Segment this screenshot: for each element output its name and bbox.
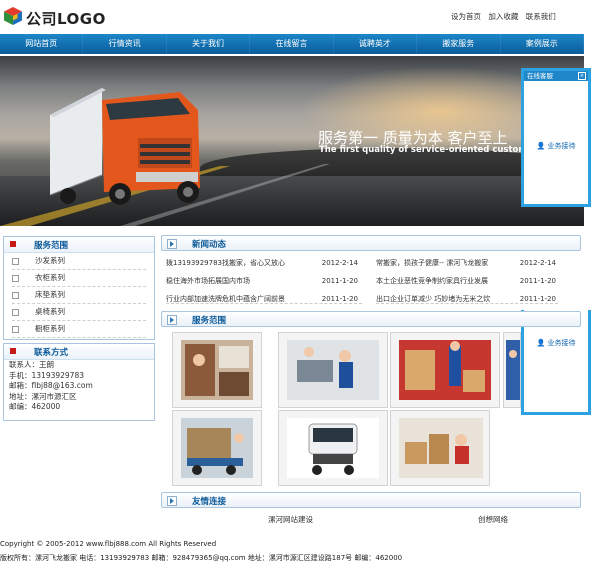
news-list-right: 常搬家，损孩子健康-- 漯河飞龙搬家 2012-2-14 本土企业恶性竞争制约家具… [376,255,558,304]
news-title[interactable]: 常搬家，损孩子健康-- 漯河飞龙搬家 [376,255,488,271]
scope-box-header: 服务范围 [4,237,154,253]
contact-box-header: 联系方式 [4,344,154,360]
scope-item-label: 床垫系列 [35,290,65,299]
news-title[interactable]: 行业内部加速洗牌危机中蕴含广阔前景 [166,291,285,307]
nav-item-cases[interactable]: 案例展示 [501,34,584,54]
service-photo-loaded-truck[interactable] [172,410,262,486]
arrow-icon [167,496,177,506]
service-photo-white-truck[interactable] [278,410,388,486]
friend-link-1[interactable]: 漯河网站建设 [268,514,313,525]
news-list-left: 拨13193929783找搬家，省心又放心 2012-2-14 稳住海外市场拓展国… [166,255,362,304]
news-item[interactable]: 出口企业订单减少 巧妙堵为无米之炊 2011-1-20 [376,291,556,307]
friend-links-title: 友情连接 [192,497,227,507]
news-date: 2012-2-14 [321,259,358,267]
service-photo-moving-van-2[interactable] [503,332,521,408]
online-service-item-label: 业务接待 [547,339,576,347]
arrow-icon [167,239,177,249]
news-item[interactable]: 拨13193929783找搬家，省心又放心 2012-2-14 [166,255,358,271]
news-date: 2011-1-20 [321,295,358,303]
online-service-item-label: 业务接待 [547,142,576,150]
friend-link-2[interactable]: 创想网络 [478,514,508,525]
main-nav: 网站首页 行情资讯 关于我们 在线留言 诚聘英才 搬家服务 案例展示 [0,34,584,54]
nav-item-about[interactable]: 关于我们 [167,34,251,54]
scope-item-label: 沙发系列 [35,256,65,265]
service-photo-movers-banner[interactable] [172,332,262,408]
news-title[interactable]: 出口企业订单减少 巧妙堵为无米之炊 [376,291,490,307]
service-photo-carton-movers[interactable] [390,332,500,408]
news-title[interactable]: 稳住海外市场拓展国内市场 [166,273,250,289]
logo-text[interactable]: 公司LOGO [26,8,106,29]
contact-address: 地址：漯河市源汇区 [9,391,77,401]
checkbox-icon [12,275,19,282]
add-favorite-link[interactable]: 加入收藏 [488,12,518,21]
footer-info: 版权所有：漯河飞龙搬家 电话：13193929783 邮箱：928479365@… [0,554,403,562]
news-title[interactable]: 本土企业恶性竞争制约家具行业发展 [376,273,488,289]
scope-box: 服务范围 沙发系列 衣柜系列 床垫系列 桌椅系列 橱柜系列 [3,236,155,340]
scope-item-sofa[interactable]: 沙发系列 [12,253,146,270]
service-photo-family-boxes[interactable] [390,410,490,486]
contact-box-title: 联系方式 [34,348,69,358]
logo-icon [4,7,22,25]
contact-box: 联系方式 联系人：王朗 手机：13193929783 邮箱：flbj88@163… [3,343,155,421]
news-item[interactable]: 常搬家，损孩子健康-- 漯河飞龙搬家 2012-2-14 [376,255,556,271]
contact-email[interactable]: 邮箱：flbj88@163.com [4,381,154,392]
checkbox-icon [12,292,19,299]
contact-postcode: 邮编：462000 [9,402,61,411]
scope-item-cabinet[interactable]: 橱柜系列 [12,321,146,338]
news-item[interactable]: 本土企业恶性竞争制约家具行业发展 2011-1-20 [376,273,556,289]
checkbox-icon [12,258,19,265]
scope-item-wardrobe[interactable]: 衣柜系列 [12,270,146,287]
footer-copyright: Copyright © 2005-2012 www.flbj888.com Al… [0,540,217,548]
online-service-panel: 在线客服 × 👤 业务接待 [521,68,591,207]
bullet-icon [10,241,16,247]
news-item[interactable]: 行业内部加速洗牌危机中蕴含广阔前景 2011-1-20 [166,291,358,307]
user-icon: 👤 [536,339,546,347]
nav-item-message[interactable]: 在线留言 [250,34,334,54]
scope-item-label: 橱柜系列 [35,324,65,333]
scope-item-label: 衣柜系列 [35,273,65,282]
contact-us-link[interactable]: 联系我们 [526,12,556,21]
services-section-title: 服务范围 [192,316,227,326]
news-section-title: 新闻动态 [192,240,227,250]
top-links: 设为首页 加入收藏 联系我们 [451,11,561,22]
user-icon: 👤 [536,142,546,150]
news-item[interactable]: 稳住海外市场拓展国内市场 2011-1-20 [166,273,358,289]
contact-phone: 手机：13193929783 [9,370,84,380]
set-homepage-link[interactable]: 设为首页 [451,12,481,21]
nav-item-jobs[interactable]: 诚聘英才 [334,34,418,54]
news-date: 2012-2-14 [519,259,556,267]
bullet-icon [10,348,16,354]
news-date: 2011-1-20 [519,295,556,303]
nav-item-home[interactable]: 网站首页 [0,34,84,54]
news-section-header: 新闻动态 [161,235,581,251]
checkbox-icon [12,309,19,316]
arrow-icon [167,315,177,325]
truck-image [40,70,220,210]
friend-links-section-header: 友情连接 [161,492,581,508]
contact-person: 联系人：王朗 [9,360,54,369]
services-section-header: 服务范围 [161,311,581,327]
nav-item-moving-service[interactable]: 搬家服务 [417,34,501,54]
service-photo-sofa-movers[interactable] [278,332,388,408]
scope-item-table-chair[interactable]: 桌椅系列 [12,304,146,321]
news-date: 2011-1-20 [519,277,556,285]
nav-item-news[interactable]: 行情资讯 [83,34,167,54]
scope-box-title: 服务范围 [34,241,69,251]
checkbox-icon [12,326,19,333]
scope-item-mattress[interactable]: 床垫系列 [12,287,146,304]
news-title[interactable]: 拨13193929783找搬家，省心又放心 [166,255,285,271]
online-service-item[interactable]: 👤 业务接待 [524,81,588,151]
news-date: 2011-1-20 [321,277,358,285]
scope-item-label: 桌椅系列 [35,307,65,316]
close-icon[interactable]: × [578,72,586,80]
online-service-title: 在线客服 [527,72,553,80]
